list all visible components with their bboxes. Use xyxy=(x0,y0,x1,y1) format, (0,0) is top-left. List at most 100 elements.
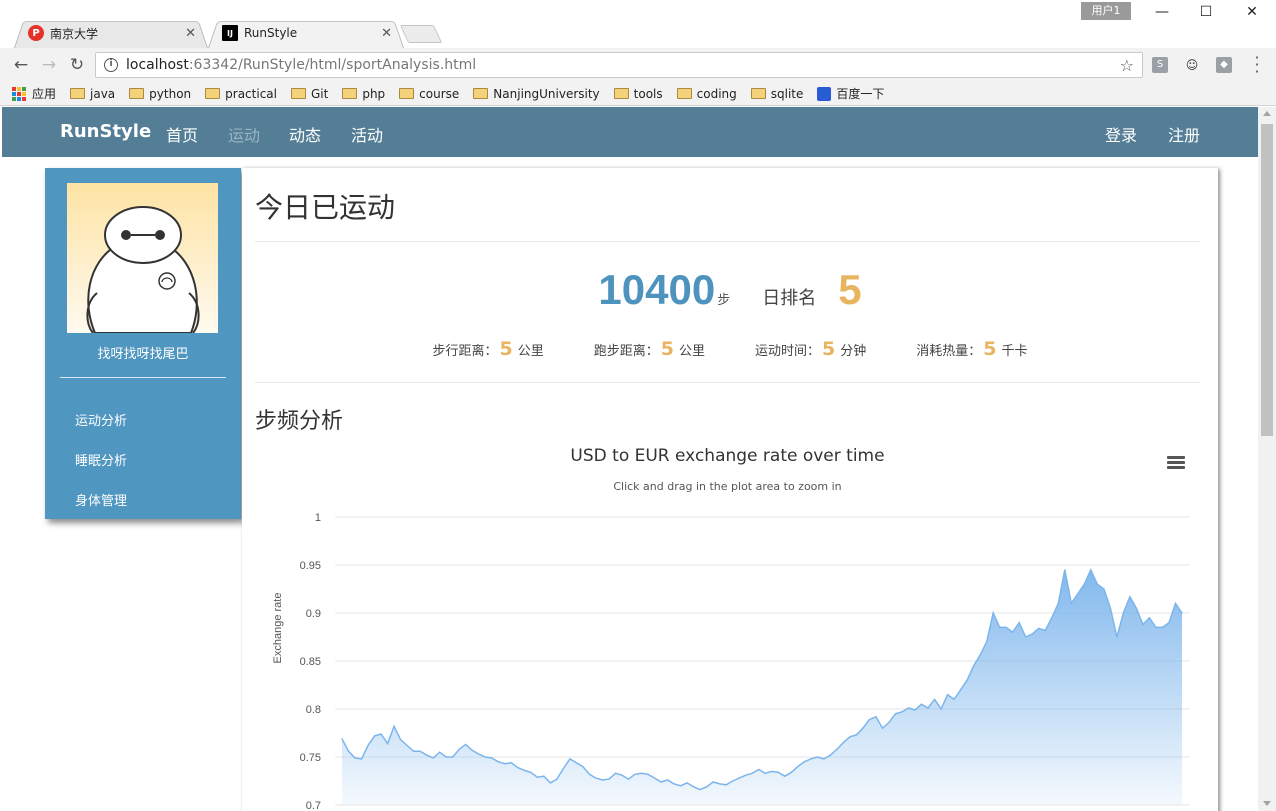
data-point xyxy=(491,757,493,759)
data-point xyxy=(1090,569,1092,571)
nav-item-moments[interactable]: 动态 xyxy=(289,122,321,146)
data-point xyxy=(360,758,363,760)
data-point xyxy=(836,748,838,750)
bookmark-folder-practical[interactable]: practical xyxy=(205,87,277,101)
bookmark-folder-git[interactable]: Git xyxy=(290,87,328,101)
bookmark-folder-nanjinguniversity[interactable]: NanjingUniversity xyxy=(473,86,600,101)
stat-label: 步行距离： xyxy=(432,344,498,359)
data-point xyxy=(810,758,812,760)
data-point xyxy=(1148,617,1150,619)
bookmark-folder-java[interactable]: java xyxy=(70,87,115,101)
data-point xyxy=(393,725,395,727)
maximize-icon[interactable]: ☐ xyxy=(1183,4,1229,24)
divider xyxy=(255,382,1200,383)
stat-value: 5 xyxy=(499,338,513,360)
data-point xyxy=(868,719,871,721)
nav-item-activity[interactable]: 活动 xyxy=(351,122,383,146)
data-point xyxy=(608,778,610,780)
data-point xyxy=(426,754,428,756)
bookmarks-bar: 应用 java python practical Git php course … xyxy=(0,82,1276,106)
data-point xyxy=(595,777,597,779)
bookmark-folder-sqlite[interactable]: sqlite xyxy=(750,87,803,101)
sidebar-item-sport-analysis[interactable]: 运动分析 xyxy=(75,410,127,429)
bookmark-folder-tools[interactable]: tools xyxy=(613,87,663,101)
browser-tab-strip: P 南京大学 ✕ IJ RunStyle ✕ 用户1 — ☐ ✕ xyxy=(0,0,1276,48)
reload-icon[interactable]: ↻ xyxy=(65,54,89,76)
bookmark-apps[interactable]: 应用 xyxy=(12,85,56,102)
stat-unit: 千卡 xyxy=(1001,344,1028,359)
nav-item-sport[interactable]: 运动 xyxy=(228,122,260,146)
data-point xyxy=(790,771,792,773)
data-point xyxy=(816,756,818,758)
tab-title: RunStyle xyxy=(244,26,298,40)
extension-s-icon[interactable]: S xyxy=(1152,57,1168,73)
data-point xyxy=(458,748,460,750)
stat-run-distance: 跑步距离： 5 公里 xyxy=(594,338,705,360)
data-point xyxy=(627,778,630,780)
sidebar-item-sleep-analysis[interactable]: 睡眠分析 xyxy=(75,450,127,469)
close-icon[interactable]: ✕ xyxy=(185,26,196,41)
stat-unit: 公里 xyxy=(517,344,544,359)
url-host: localhost xyxy=(126,57,189,73)
scroll-thumb[interactable] xyxy=(1261,124,1273,436)
data-point xyxy=(1005,626,1007,628)
sidebar-divider xyxy=(60,377,226,378)
data-point xyxy=(621,774,623,776)
tab-runstyle[interactable]: IJ RunStyle ✕ xyxy=(208,18,404,48)
scroll-down-icon[interactable] xyxy=(1263,801,1271,806)
bookmark-label: php xyxy=(362,86,386,101)
nav-item-home[interactable]: 首页 xyxy=(166,122,198,146)
bookmark-star-icon[interactable]: ☆ xyxy=(1120,56,1134,75)
data-point xyxy=(693,786,695,788)
brand-logo[interactable]: RunStyle xyxy=(60,121,151,142)
stat-unit: 分钟 xyxy=(840,344,867,359)
window-close-icon[interactable]: ✕ xyxy=(1229,4,1275,24)
stat-walk-distance: 步行距离： 5 公里 xyxy=(432,338,543,360)
address-bar[interactable]: i localhost:63342/RunStyle/html/sportAna… xyxy=(95,52,1143,78)
minimize-icon[interactable]: — xyxy=(1139,4,1185,24)
close-icon[interactable]: ✕ xyxy=(381,26,392,41)
data-point xyxy=(973,665,975,667)
bookmark-baidu[interactable]: 🐾 百度一下 xyxy=(817,85,884,102)
browser-menu-icon[interactable]: · · · xyxy=(1250,50,1264,80)
login-link[interactable]: 登录 xyxy=(1105,122,1137,146)
bookmark-folder-course[interactable]: course xyxy=(399,87,459,101)
folder-icon xyxy=(613,88,629,99)
data-point xyxy=(784,775,786,777)
extension-avatar-icon[interactable]: ☺ xyxy=(1184,57,1200,73)
data-point xyxy=(888,721,890,723)
data-point xyxy=(452,756,454,758)
new-tab-button[interactable] xyxy=(399,25,443,43)
sidebar-item-body-management[interactable]: 身体管理 xyxy=(75,490,127,509)
bookmark-folder-python[interactable]: python xyxy=(129,87,191,101)
data-point xyxy=(647,773,649,775)
data-point xyxy=(966,679,968,681)
bookmark-label: NanjingUniversity xyxy=(493,86,600,101)
data-point xyxy=(1155,626,1157,628)
info-icon[interactable]: i xyxy=(104,58,118,72)
bookmark-folder-coding[interactable]: coding xyxy=(676,87,737,101)
y-tick-label: 1 xyxy=(315,512,321,524)
page-title: 今日已运动 xyxy=(255,191,396,224)
data-point xyxy=(706,786,708,788)
scroll-up-icon[interactable] xyxy=(1263,111,1271,116)
data-point xyxy=(400,739,402,741)
page-scrollbar[interactable] xyxy=(1258,107,1276,811)
profile-badge[interactable]: 用户1 xyxy=(1081,2,1131,20)
data-point xyxy=(478,753,480,755)
data-point xyxy=(1038,627,1040,629)
y-tick-label: 0.75 xyxy=(300,752,321,764)
data-point xyxy=(510,762,512,764)
tab-nanjing-university[interactable]: P 南京大学 ✕ xyxy=(14,18,208,48)
chart-plot[interactable]: 0.7 0.75 0.8 0.85 0.9 0.95 1 Exchange rate xyxy=(255,438,1200,811)
exchange-rate-chart[interactable]: USD to EUR exchange rate over time Click… xyxy=(255,438,1200,811)
extension-diamond-icon[interactable]: ◆ xyxy=(1216,57,1232,73)
data-point xyxy=(504,763,506,765)
baidu-icon: 🐾 xyxy=(817,86,832,101)
bookmark-folder-php[interactable]: php xyxy=(342,87,385,101)
register-link[interactable]: 注册 xyxy=(1168,122,1200,146)
back-arrow-icon[interactable]: ← xyxy=(9,54,33,76)
forward-arrow-icon[interactable]: → xyxy=(37,54,61,76)
data-point xyxy=(484,756,486,758)
data-point xyxy=(719,783,721,785)
